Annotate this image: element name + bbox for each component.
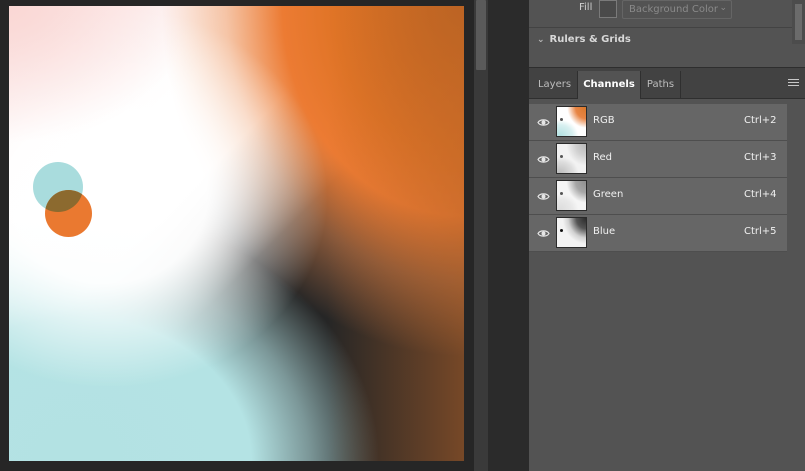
fill-color-swatch[interactable]: [599, 0, 617, 18]
tab-paths[interactable]: Paths: [641, 71, 681, 99]
properties-scrollbar[interactable]: [792, 0, 805, 44]
fill-row: Fill Background Color ⌄: [529, 0, 805, 22]
tab-channels[interactable]: Channels: [577, 71, 641, 99]
channel-name: Red: [593, 152, 612, 163]
fill-select-value: Background Color: [629, 4, 718, 15]
panel-tab-bar: Layers Channels Paths: [529, 68, 805, 99]
channel-shortcut: Ctrl+2: [744, 115, 777, 126]
eye-icon[interactable]: [537, 227, 550, 240]
rulers-grids-label: Rulers & Grids: [549, 34, 631, 44]
channel-row-blue[interactable]: Blue Ctrl+5: [529, 215, 787, 252]
eye-icon[interactable]: [537, 190, 550, 203]
channel-thumbnail: [556, 217, 587, 248]
eye-icon[interactable]: [537, 153, 550, 166]
properties-panel: Fill Background Color ⌄ ⌄ Rulers & Grids: [529, 0, 805, 68]
channel-shortcut: Ctrl+4: [744, 189, 777, 200]
eye-icon[interactable]: [537, 116, 550, 129]
document-canvas[interactable]: [9, 6, 464, 461]
divider: [529, 27, 805, 28]
fill-label: Fill: [579, 2, 593, 13]
channel-row-rgb[interactable]: RGB Ctrl+2: [529, 104, 787, 141]
channel-row-red[interactable]: Red Ctrl+3: [529, 141, 787, 178]
panel-gutter: [488, 0, 529, 471]
channel-name: Green: [593, 189, 624, 200]
document-canvas-area: [0, 0, 474, 471]
rulers-grids-section-header[interactable]: ⌄ Rulers & Grids: [537, 34, 631, 44]
channel-thumbnail: [556, 143, 587, 174]
photoshop-window: Fill Background Color ⌄ ⌄ Rulers & Grids …: [0, 0, 805, 471]
chevron-down-icon: ⌄: [537, 35, 545, 44]
circle-overlap: [45, 190, 92, 237]
right-panel-dock: Fill Background Color ⌄ ⌄ Rulers & Grids …: [529, 0, 805, 471]
canvas-vertical-scrollbar[interactable]: [474, 0, 488, 471]
channel-shortcut: Ctrl+3: [744, 152, 777, 163]
channel-shortcut: Ctrl+5: [744, 226, 777, 237]
channels-list: RGB Ctrl+2 Red Ctrl+3 Green Ctrl+4 Blue …: [529, 104, 805, 252]
hamburger-menu-icon[interactable]: [788, 79, 799, 88]
tab-layers[interactable]: Layers: [532, 71, 577, 99]
channel-name: Blue: [593, 226, 616, 237]
channel-name: RGB: [593, 115, 615, 126]
scrollbar-thumb[interactable]: [476, 0, 486, 70]
scrollbar-thumb[interactable]: [795, 4, 802, 40]
channel-thumbnail: [556, 106, 587, 137]
channel-thumbnail: [556, 180, 587, 211]
channel-row-green[interactable]: Green Ctrl+4: [529, 178, 787, 215]
chevron-down-icon: ⌄: [719, 3, 727, 13]
fill-select[interactable]: Background Color ⌄: [622, 0, 732, 19]
